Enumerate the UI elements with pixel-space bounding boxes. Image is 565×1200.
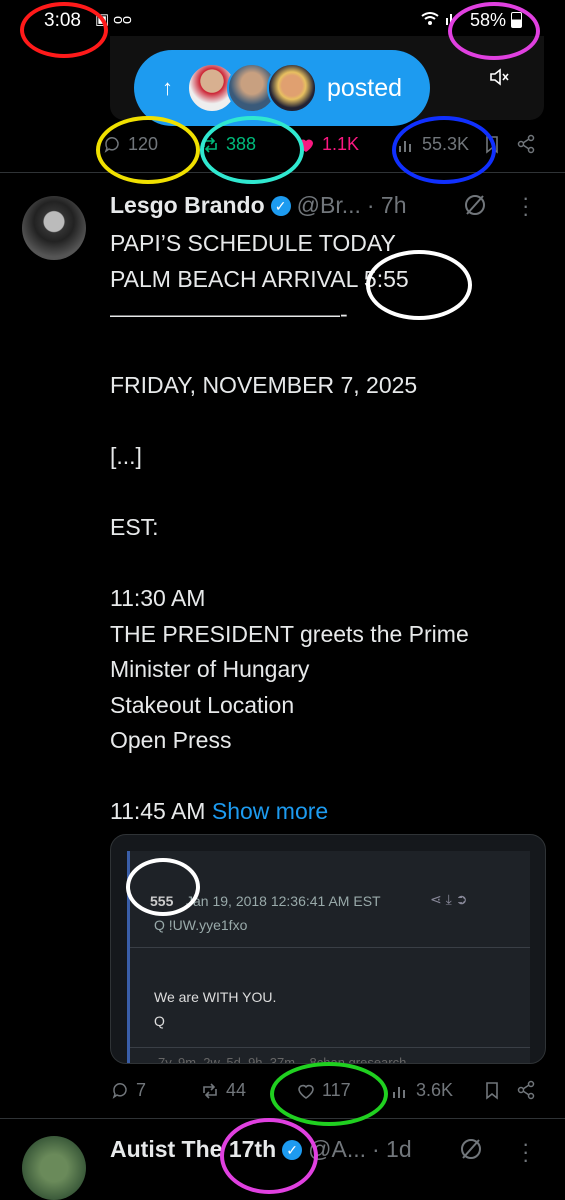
q-signoff: Q [154,1013,165,1029]
annotation-circle [392,116,496,184]
reply-count: 7 [136,1080,147,1100]
more-options-icon[interactable]: · · · [522,1133,529,1171]
post-date: Jan 19, 2018 12:36:41 AM EST [186,893,381,909]
views-button[interactable]: 3.6K [390,1080,453,1101]
repost-count: 44 [226,1080,247,1100]
show-more-link[interactable]: Show more [212,798,328,824]
grok-icon[interactable] [458,1136,484,1167]
mute-icon[interactable] [488,66,510,93]
q-message: We are WITH YOU. [154,989,277,1005]
annotation-circle [448,2,540,60]
verified-badge-icon: ✓ [270,195,291,216]
annotation-circle [200,116,304,184]
author-name[interactable]: Lesgo Brando [110,192,265,219]
author-avatar[interactable] [22,196,86,260]
pill-avatars [187,63,317,113]
views-count: 3.6K [416,1080,454,1100]
annotation-circle [126,858,200,916]
tweet-body: PAPI’S SCHEDULE TODAY PALM BEACH ARRIVAL… [110,226,530,830]
tweet-time: · 7h [366,192,407,218]
avatar [267,63,317,113]
tripcode: Q !UW.yye1fxo [154,917,248,933]
like-count: 1.1K [322,134,360,154]
arrow-up-icon: ↑ [162,75,173,100]
new-posts-pill[interactable]: ↑ posted [134,50,430,126]
annotation-circle [366,250,472,320]
bookmark-icon [486,1082,498,1100]
tweet-header: Lesgo Brando ✓ @Br... · 7h [110,192,407,219]
reply-icon [112,1082,127,1099]
grok-icon[interactable] [462,192,488,223]
share-button[interactable] [516,1080,536,1100]
divider [130,1047,530,1048]
annotation-circle [20,2,108,58]
repost-icon [203,1082,217,1099]
author-handle[interactable]: @Br... [297,192,361,219]
divider [130,947,530,948]
bookmark-button[interactable] [482,1080,502,1100]
annotation-circle [270,1062,388,1126]
post-action-icons: ⋖ ⤓ ➲ [430,891,468,907]
annotation-circle [96,116,200,184]
q-footer: 7y, 9m, 2w, 5d, 9h, 37m 8chan qresearch [158,1055,407,1064]
like-button[interactable]: 1.1K [296,134,359,155]
share-button[interactable] [516,134,536,154]
share-icon [517,1080,535,1100]
reply-button[interactable]: 7 [110,1080,146,1101]
annotation-circle [220,1118,318,1194]
share-icon [517,134,535,154]
more-options-icon[interactable]: · · · [522,187,529,225]
repost-button[interactable]: 44 [200,1080,246,1101]
author-avatar[interactable] [22,1136,86,1200]
tweet-time: · 1d [371,1136,412,1162]
views-icon [393,1086,405,1098]
pill-label: posted [327,73,403,102]
